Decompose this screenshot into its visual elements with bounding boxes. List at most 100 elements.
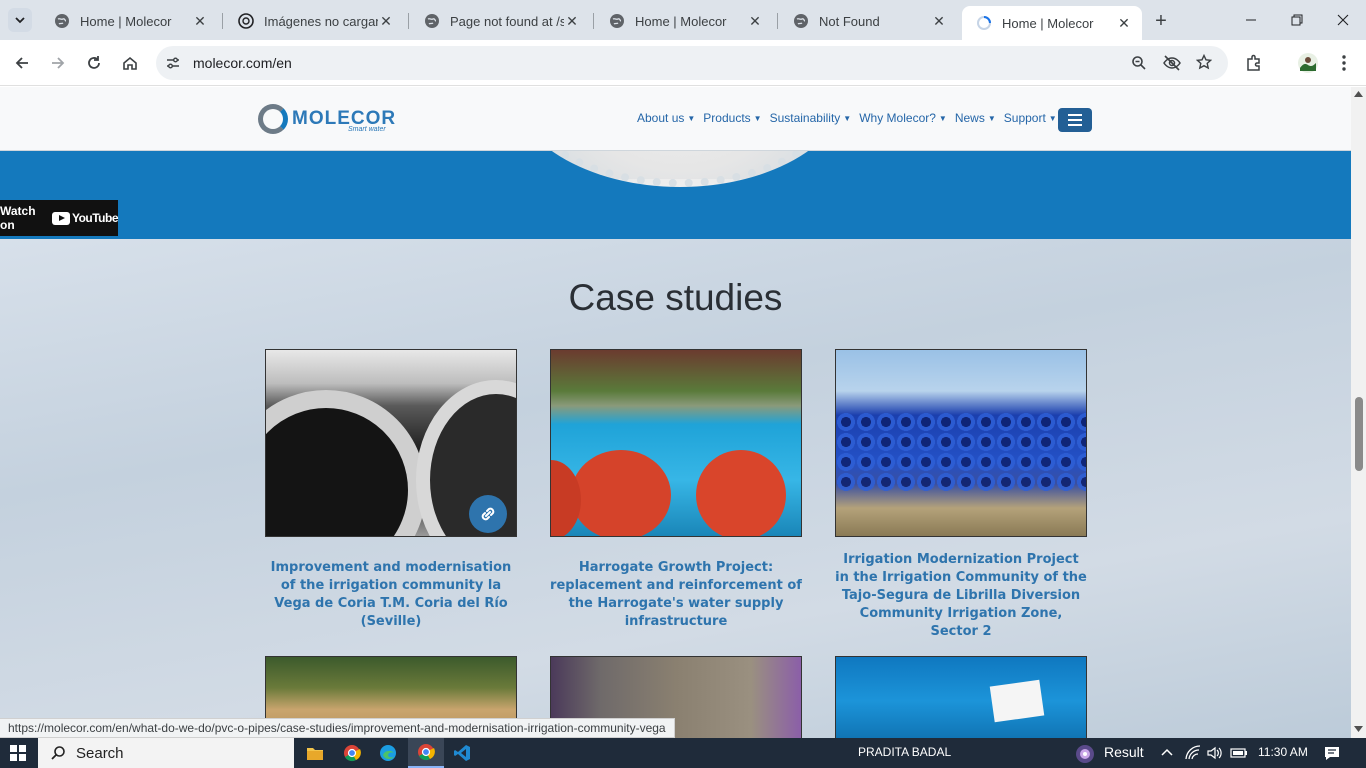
nav-about-us[interactable]: About us ▼ bbox=[637, 111, 695, 125]
watch-on-youtube-button[interactable]: Watch on YouTube bbox=[0, 200, 119, 236]
case-study-card[interactable]: Harrogate Growth Project: replacement an… bbox=[550, 349, 802, 631]
back-button[interactable] bbox=[10, 51, 34, 75]
tab-title: Home | Molecor bbox=[1002, 15, 1094, 31]
case-study-card[interactable] bbox=[835, 656, 1087, 738]
extensions-button[interactable] bbox=[1242, 51, 1266, 75]
case-study-image-blue-pipes[interactable] bbox=[550, 349, 802, 537]
tab-page-not-found[interactable]: Page not found at /st ✕ bbox=[410, 6, 590, 36]
wifi-icon[interactable] bbox=[1184, 745, 1202, 764]
tab-home-molecor-2[interactable]: Home | Molecor ✕ bbox=[595, 6, 773, 36]
taskbar-vscode[interactable] bbox=[444, 738, 480, 768]
taskbar-user-label: PRADITA BADAL bbox=[858, 745, 952, 759]
taskbar-file-explorer[interactable] bbox=[297, 738, 333, 768]
case-study-image-stacked-pipes[interactable] bbox=[835, 349, 1087, 537]
chrome-icon bbox=[344, 745, 361, 762]
battery-icon[interactable] bbox=[1230, 746, 1248, 763]
start-button[interactable] bbox=[0, 738, 36, 768]
tab-separator bbox=[593, 13, 594, 29]
case-study-card[interactable]: Irrigation Modernization Project in the … bbox=[835, 349, 1087, 641]
page-scrollbar[interactable] bbox=[1351, 87, 1366, 738]
pipe-stack-pattern bbox=[836, 412, 1086, 492]
openai-icon bbox=[238, 13, 254, 29]
address-bar[interactable]: molecor.com/en bbox=[156, 46, 1228, 80]
taskbar-edge[interactable] bbox=[370, 738, 406, 768]
link-button[interactable] bbox=[469, 495, 507, 533]
hamburger-menu-button[interactable] bbox=[1058, 108, 1092, 132]
nav-products[interactable]: Products ▼ bbox=[703, 111, 761, 125]
taskbar-search[interactable]: Search bbox=[38, 738, 294, 768]
pipe-cap-shape bbox=[551, 460, 581, 536]
notifications-icon[interactable] bbox=[1323, 744, 1341, 765]
eye-off-icon[interactable] bbox=[1162, 54, 1182, 75]
close-icon[interactable]: ✕ bbox=[564, 13, 580, 29]
caret-down-icon: ▼ bbox=[938, 114, 947, 123]
pipe-shape bbox=[266, 390, 426, 536]
nav-sustainability[interactable]: Sustainability ▼ bbox=[770, 111, 852, 125]
caret-down-icon: ▼ bbox=[1048, 114, 1057, 123]
zoom-icon[interactable] bbox=[1131, 55, 1147, 74]
tab-search-button[interactable] bbox=[8, 8, 32, 32]
avatar-icon bbox=[1298, 53, 1318, 73]
caret-down-icon: ▼ bbox=[753, 114, 762, 123]
minimize-button[interactable] bbox=[1228, 0, 1274, 40]
pipe-label-sticker bbox=[989, 679, 1045, 723]
close-icon[interactable]: ✕ bbox=[192, 13, 208, 29]
case-study-card[interactable]: Improvement and modernisation of the irr… bbox=[265, 349, 517, 631]
case-study-caption[interactable]: Harrogate Growth Project: replacement an… bbox=[550, 559, 802, 631]
close-icon[interactable]: ✕ bbox=[931, 13, 947, 29]
restore-icon bbox=[1291, 14, 1303, 26]
nav-why-molecor[interactable]: Why Molecor? ▼ bbox=[859, 111, 947, 125]
close-icon[interactable]: ✕ bbox=[747, 13, 763, 29]
forward-button[interactable] bbox=[46, 51, 70, 75]
youtube-play-icon bbox=[51, 211, 70, 225]
case-study-caption[interactable]: Improvement and modernisation of the irr… bbox=[265, 559, 517, 631]
tab-separator bbox=[777, 13, 778, 29]
tab-home-molecor-1[interactable]: Home | Molecor ✕ bbox=[40, 6, 218, 36]
menu-button[interactable] bbox=[1332, 51, 1356, 75]
nav-news[interactable]: News ▼ bbox=[955, 111, 996, 125]
case-study-caption[interactable]: Irrigation Modernization Project in the … bbox=[835, 551, 1087, 641]
close-window-button[interactable] bbox=[1320, 0, 1366, 40]
folder-icon bbox=[307, 748, 323, 760]
star-icon[interactable] bbox=[1195, 53, 1213, 73]
main-nav: About us ▼ Products ▼ Sustainability ▼ Why … bbox=[637, 111, 1065, 125]
clock[interactable]: 11:30 AM bbox=[1258, 745, 1308, 759]
tab-home-molecor-active[interactable]: Home | Molecor ✕ bbox=[962, 6, 1142, 40]
close-icon[interactable]: ✕ bbox=[378, 13, 394, 29]
chrome-icon bbox=[418, 744, 435, 761]
menu-bar bbox=[1068, 114, 1082, 116]
close-icon bbox=[1337, 14, 1349, 26]
site-header: MOLECOR Smart water About us ▼ Products ▼ … bbox=[0, 87, 1351, 151]
link-status-bubble: https://molecor.com/en/what-do-we-do/pvc… bbox=[0, 718, 675, 738]
windows-logo-icon bbox=[10, 745, 26, 761]
site-info-icon[interactable] bbox=[165, 55, 181, 74]
case-study-image-pipes-bw[interactable] bbox=[265, 349, 517, 537]
widget-icon[interactable] bbox=[1074, 743, 1096, 768]
scrollbar-thumb[interactable] bbox=[1355, 397, 1363, 471]
tab-title: Page not found at /st bbox=[450, 13, 564, 29]
arrow-left-icon bbox=[15, 57, 28, 69]
widget-label[interactable]: Result bbox=[1104, 744, 1144, 760]
loading-icon bbox=[976, 15, 992, 31]
tab-imagenes[interactable]: Imágenes no cargan | ✕ bbox=[224, 6, 404, 36]
restore-button[interactable] bbox=[1274, 0, 1320, 40]
scroll-down-icon[interactable] bbox=[1354, 726, 1363, 732]
tab-not-found[interactable]: Not Found ✕ bbox=[779, 6, 957, 36]
home-button[interactable] bbox=[118, 51, 142, 75]
new-tab-button[interactable]: + bbox=[1150, 10, 1172, 32]
nav-label: Why Molecor? bbox=[859, 111, 936, 125]
chevron-up-icon[interactable] bbox=[1160, 746, 1174, 763]
profile-avatar[interactable] bbox=[1296, 51, 1320, 75]
link-icon bbox=[481, 507, 495, 521]
nav-support[interactable]: Support ▼ bbox=[1004, 111, 1057, 125]
molecor-logo[interactable]: MOLECOR Smart water bbox=[258, 104, 396, 134]
menu-bar bbox=[1068, 119, 1082, 121]
taskbar-chrome[interactable] bbox=[334, 738, 370, 768]
reload-button[interactable] bbox=[82, 51, 106, 75]
taskbar-chrome-active[interactable] bbox=[408, 738, 444, 768]
close-icon[interactable]: ✕ bbox=[1116, 15, 1132, 31]
scroll-up-icon[interactable] bbox=[1354, 91, 1363, 97]
nav-label: News bbox=[954, 111, 985, 125]
volume-icon[interactable] bbox=[1206, 745, 1222, 764]
case-study-image-blue-pipe-closeup[interactable] bbox=[835, 656, 1087, 738]
